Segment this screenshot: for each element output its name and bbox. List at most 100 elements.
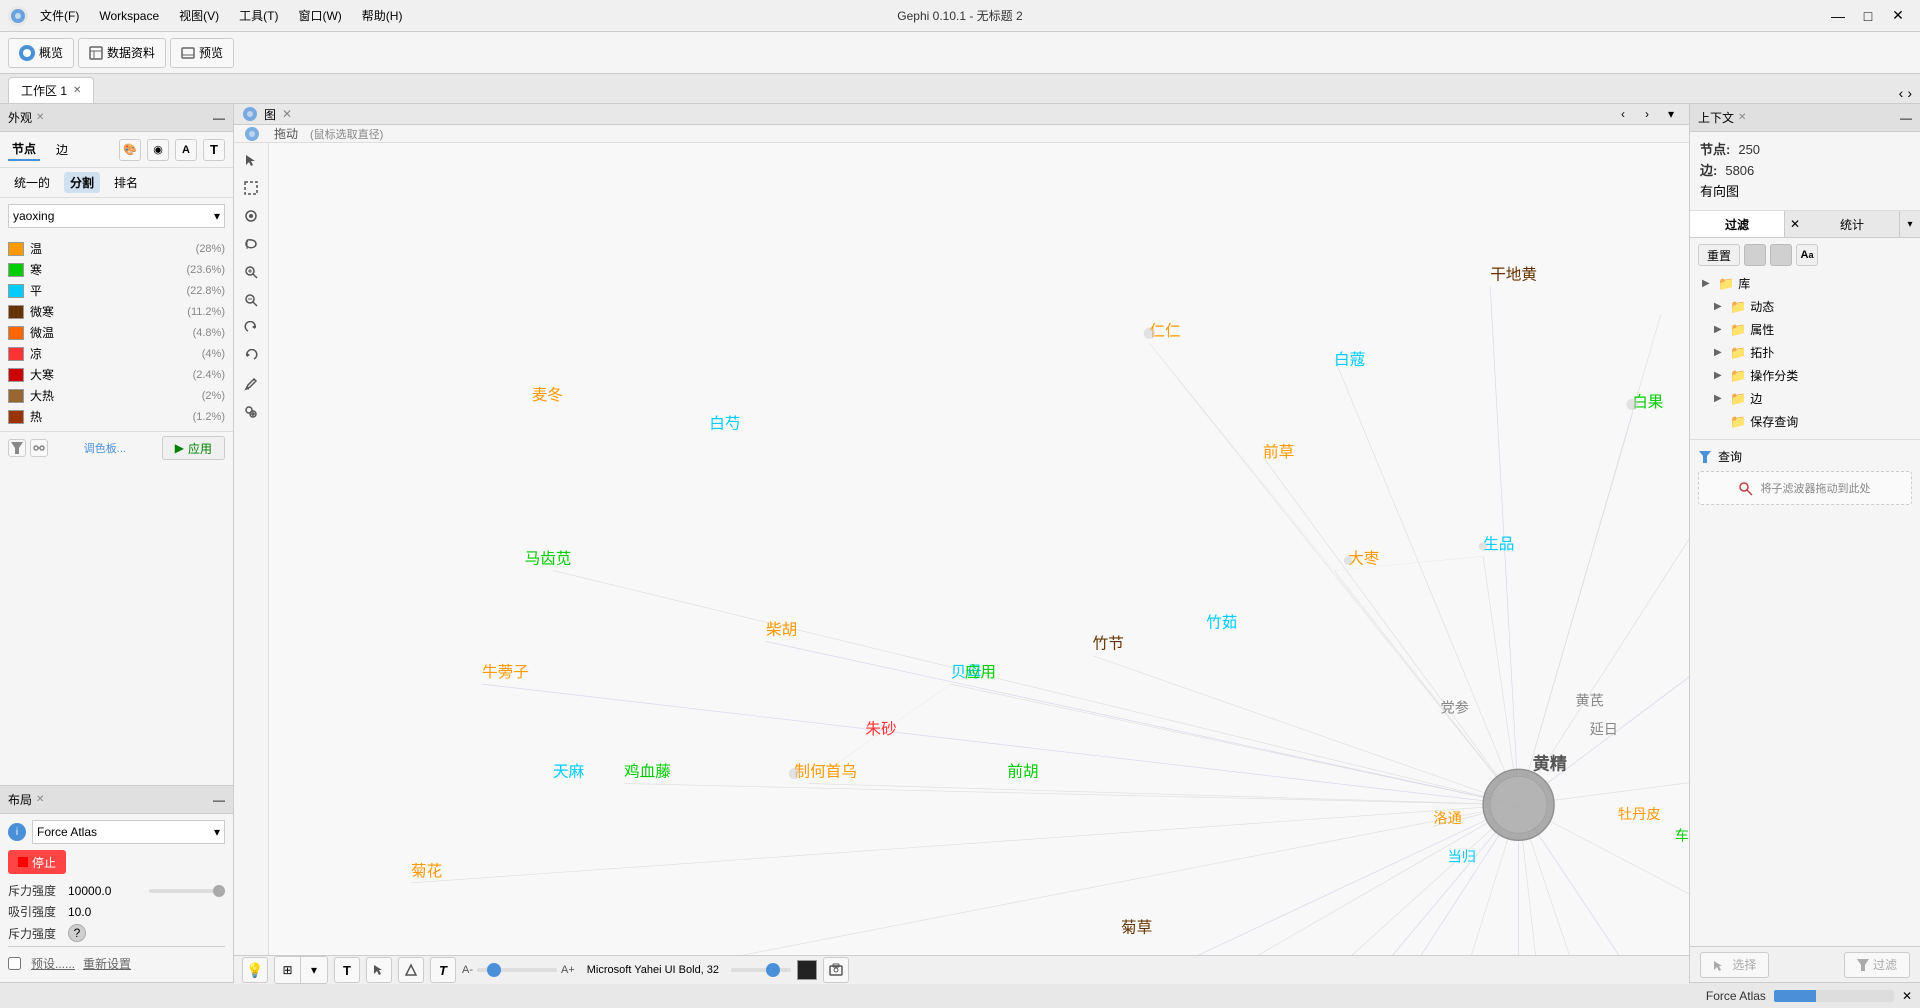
- unified-tab[interactable]: 统一的: [8, 172, 56, 193]
- graph-nav-prev[interactable]: ‹: [1613, 104, 1633, 124]
- node-tab[interactable]: 节点: [8, 138, 40, 161]
- menu-view[interactable]: 视图(V): [169, 3, 229, 28]
- menu-workspace[interactable]: Workspace: [89, 5, 169, 27]
- nodes-value: 250: [1738, 140, 1760, 161]
- color-partition-item[interactable]: 大寒 (2.4%): [8, 364, 225, 385]
- color-partition-item[interactable]: 凉 (4%): [8, 343, 225, 364]
- rect-select-btn[interactable]: [238, 175, 264, 201]
- tree-item-dynamic[interactable]: ▶ 📁 动态: [1698, 295, 1912, 318]
- node-add-btn[interactable]: [238, 399, 264, 425]
- zoom-out-btn[interactable]: [238, 287, 264, 313]
- extra-param-help-button[interactable]: ?: [68, 924, 86, 942]
- tab-next-button[interactable]: ›: [1907, 85, 1912, 101]
- link-icon-btn[interactable]: [30, 439, 48, 457]
- preset-checkbox[interactable]: [8, 957, 21, 970]
- apply-button[interactable]: ▶ 应用: [162, 436, 225, 460]
- font-size-thumb[interactable]: [487, 963, 501, 977]
- save-screenshot-btn[interactable]: [823, 957, 849, 983]
- color-partition-item[interactable]: 热 (1.2%): [8, 406, 225, 427]
- color-item-pct: (4.8%): [193, 327, 225, 339]
- reset-link[interactable]: 重新设置: [83, 955, 131, 972]
- label-size-btn[interactable]: T: [430, 957, 456, 983]
- filter-button[interactable]: 过滤: [1844, 952, 1910, 978]
- filter-text-btn[interactable]: Aa: [1796, 244, 1818, 266]
- color-partition-item[interactable]: 温 (28%): [8, 238, 225, 259]
- palette-link[interactable]: 调色板...: [84, 440, 126, 456]
- edge-tab[interactable]: 边: [52, 139, 72, 160]
- font-size-thumb-2[interactable]: [766, 963, 780, 977]
- circle-icon-btn[interactable]: ◉: [147, 139, 169, 161]
- color-icon-btn[interactable]: 🎨: [119, 139, 141, 161]
- layout-info-button[interactable]: i: [8, 823, 26, 841]
- arrow-select-btn[interactable]: [366, 957, 392, 983]
- color-partition-item[interactable]: 微寒 (11.2%): [8, 301, 225, 322]
- brush-btn[interactable]: [238, 203, 264, 229]
- magnify-btn[interactable]: [238, 259, 264, 285]
- color-partition-item[interactable]: 寒 (23.6%): [8, 259, 225, 280]
- stats-tab[interactable]: 统计: [1805, 211, 1900, 237]
- graph-nav-next[interactable]: ›: [1637, 104, 1657, 124]
- font-color-box[interactable]: [797, 960, 817, 980]
- tab-close-icon[interactable]: ✕: [73, 85, 81, 96]
- menu-help[interactable]: 帮助(H): [352, 3, 413, 28]
- data-button[interactable]: 数据资料: [78, 38, 166, 68]
- window-controls: — □ ✕: [1824, 5, 1912, 27]
- maximize-button[interactable]: □: [1854, 5, 1882, 27]
- tree-item-topology[interactable]: ▶ 📁 拓扑: [1698, 341, 1912, 364]
- filter-gray-btn-2[interactable]: [1770, 244, 1792, 266]
- minimize-button[interactable]: —: [1824, 5, 1852, 27]
- stop-layout-button[interactable]: 停止: [8, 850, 66, 874]
- color-partition-item[interactable]: 平 (22.8%): [8, 280, 225, 301]
- filter-reset-button[interactable]: 重置: [1698, 244, 1740, 266]
- edit-pen-btn[interactable]: [238, 371, 264, 397]
- grid-view-btn[interactable]: ⊞: [275, 957, 301, 983]
- edge-toggle-btn[interactable]: [398, 957, 424, 983]
- workspace-tab[interactable]: 工作区 1 ✕: [8, 77, 94, 103]
- preview-button[interactable]: 预览: [170, 38, 234, 68]
- font-size-track[interactable]: [477, 968, 557, 972]
- text-a-icon-btn[interactable]: A: [175, 139, 197, 161]
- close-button[interactable]: ✕: [1884, 5, 1912, 27]
- tree-item-save-query[interactable]: 📁 保存查询: [1698, 410, 1912, 433]
- rotate-btn[interactable]: [238, 315, 264, 341]
- tree-item-edge[interactable]: ▶ 📁 边: [1698, 387, 1912, 410]
- preset-link[interactable]: 预设......: [31, 955, 75, 972]
- partition-dropdown[interactable]: yaoxing ▾: [8, 204, 225, 228]
- rank-tab[interactable]: 排名: [108, 172, 144, 193]
- context-minimize-button[interactable]: —: [1900, 111, 1912, 125]
- appearance-minimize-button[interactable]: —: [213, 111, 225, 125]
- color-item-pct: (23.6%): [186, 264, 225, 276]
- filter-tab-close[interactable]: ✕: [1785, 211, 1805, 237]
- select-tool-btn[interactable]: [238, 147, 264, 173]
- filter-gray-btn-1[interactable]: [1744, 244, 1766, 266]
- select-button[interactable]: 选择: [1700, 952, 1769, 978]
- light-bulb-btn[interactable]: 💡: [242, 957, 268, 983]
- partition-tab[interactable]: 分割: [64, 172, 100, 193]
- font-size-track-2[interactable]: [731, 968, 791, 972]
- text-t-icon-btn[interactable]: T: [203, 139, 225, 161]
- tab-prev-button[interactable]: ‹: [1899, 85, 1904, 101]
- graph-close-icon[interactable]: ✕: [282, 107, 292, 121]
- tree-item-library[interactable]: ▶ 📁 库: [1698, 272, 1912, 295]
- color-partition-item[interactable]: 大热 (2%): [8, 385, 225, 406]
- list-view-btn[interactable]: ▾: [301, 957, 327, 983]
- stats-tab-expand[interactable]: ▾: [1900, 211, 1920, 237]
- query-drop-area[interactable]: 将子滤波器拖动到此处: [1698, 471, 1912, 505]
- menu-file[interactable]: 文件(F): [30, 3, 89, 28]
- menu-tools[interactable]: 工具(T): [229, 3, 288, 28]
- filter-icon-btn2[interactable]: [8, 439, 26, 457]
- menu-window[interactable]: 窗口(W): [288, 3, 351, 28]
- tree-item-op-category[interactable]: ▶ 📁 操作分类: [1698, 364, 1912, 387]
- filter-tab[interactable]: 过滤: [1690, 211, 1785, 237]
- tree-item-attributes[interactable]: ▶ 📁 属性: [1698, 318, 1912, 341]
- undo-btn[interactable]: [238, 343, 264, 369]
- text-label-btn[interactable]: T: [334, 957, 360, 983]
- graph-canvas[interactable]: 仁仁 白果 制何首乌 大枣 生品 芡实 竹茹 马齿苋 豨莶草 石斛 越橘草 开斋…: [269, 143, 1689, 955]
- graph-nav-expand[interactable]: ▾: [1661, 104, 1681, 124]
- layout-algorithm-dropdown[interactable]: Force Atlas ▾: [32, 820, 225, 844]
- lasso-btn[interactable]: [238, 231, 264, 257]
- layout-minimize-button[interactable]: —: [213, 793, 225, 807]
- status-close-btn[interactable]: ✕: [1902, 989, 1912, 1003]
- overview-button[interactable]: 概览: [8, 38, 74, 68]
- color-partition-item[interactable]: 微温 (4.8%): [8, 322, 225, 343]
